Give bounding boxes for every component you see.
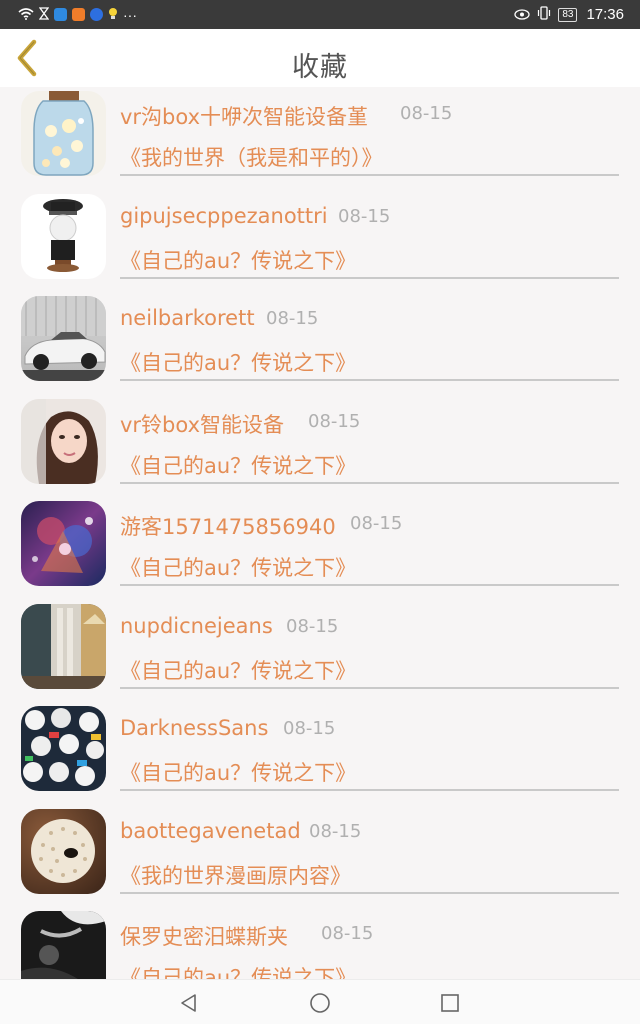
list-item-title: 《自己的au？传说之下》 bbox=[120, 454, 357, 478]
nav-back-button[interactable] bbox=[174, 988, 204, 1018]
hourglass-icon bbox=[38, 6, 50, 23]
status-right-icons: 83 17:36 bbox=[514, 0, 624, 29]
sans-avatar bbox=[21, 706, 106, 791]
eye-icon bbox=[514, 7, 530, 23]
dark-avatar bbox=[21, 911, 106, 979]
favorites-list[interactable]: vr沟box十咿次智能设备堇 08-15 《我的世界（我是和平的）》 gipuj… bbox=[0, 87, 640, 979]
list-item[interactable]: nupdicnejeans 08-15 《自己的au？传说之下》 bbox=[0, 597, 640, 699]
wifi-icon bbox=[18, 7, 34, 23]
status-left-icons: ··· bbox=[18, 0, 137, 29]
back-triangle-icon bbox=[181, 994, 196, 1012]
status-bar: ··· 83 17:36 bbox=[0, 0, 640, 29]
battery-level: 83 bbox=[558, 7, 578, 22]
list-item-date: 08-15 bbox=[308, 411, 361, 432]
list-item-date: 08-15 bbox=[400, 103, 453, 124]
more-dots: ··· bbox=[123, 6, 137, 23]
list-item[interactable]: baottegavenetad 08-15 《我的世界漫画原内容》 bbox=[0, 802, 640, 904]
app-icon-k bbox=[90, 8, 103, 21]
list-item[interactable]: vr沟box十咿次智能设备堇 08-15 《我的世界（我是和平的）》 bbox=[0, 87, 640, 186]
vibrate-icon bbox=[537, 6, 551, 23]
list-item-title: 《自己的au？传说之下》 bbox=[120, 556, 357, 580]
list-item-username: nupdicnejeans bbox=[120, 614, 273, 638]
divider bbox=[120, 892, 619, 894]
list-item-username: 游客1571475856940 bbox=[120, 515, 336, 539]
divider bbox=[120, 277, 619, 279]
bulb-icon bbox=[108, 7, 118, 23]
list-item-title: 《自己的au？传说之下》 bbox=[120, 249, 357, 273]
car-avatar bbox=[21, 296, 106, 381]
nav-home-button[interactable] bbox=[305, 988, 335, 1018]
system-nav-bar bbox=[0, 979, 640, 1024]
list-item-title: 《我的世界（我是和平的）》 bbox=[120, 146, 383, 170]
list-item[interactable]: 保罗史密汨蝶斯夹 08-15 《自己的au？传说之下》 bbox=[0, 904, 640, 979]
police-avatar bbox=[21, 194, 106, 279]
list-item-title: 《自己的au？传说之下》 bbox=[120, 966, 357, 979]
list-item[interactable]: 游客1571475856940 08-15 《自己的au？传说之下》 bbox=[0, 494, 640, 596]
list-item-username: DarknessSans bbox=[120, 716, 269, 740]
anime-avatar bbox=[21, 501, 106, 586]
list-item-title: 《我的世界漫画原内容》 bbox=[120, 864, 351, 888]
girl-avatar bbox=[21, 399, 106, 484]
page-title: 收藏 bbox=[292, 52, 348, 83]
divider bbox=[120, 482, 619, 484]
list-item-username: vr铃box智能设备 bbox=[120, 413, 285, 437]
list-item[interactable]: vr铃box智能设备 08-15 《自己的au？传说之下》 bbox=[0, 392, 640, 494]
divider bbox=[120, 687, 619, 689]
divider bbox=[120, 789, 619, 791]
list-item[interactable]: gipujsecppezanottri 08-15 《自己的au？传说之下》 bbox=[0, 187, 640, 289]
recents-square-icon bbox=[441, 994, 459, 1012]
room-avatar bbox=[21, 604, 106, 689]
list-item-username: neilbarkorett bbox=[120, 306, 255, 330]
divider bbox=[120, 379, 619, 381]
list-item-date: 08-15 bbox=[266, 308, 319, 329]
header: 收藏 bbox=[0, 29, 640, 87]
list-item-username: 保罗史密汨蝶斯夹 bbox=[120, 925, 288, 949]
list-item[interactable]: DarknessSans 08-15 《自己的au？传说之下》 bbox=[0, 699, 640, 801]
divider bbox=[120, 584, 619, 586]
list-item-title: 《自己的au？传说之下》 bbox=[120, 761, 357, 785]
list-item-date: 08-15 bbox=[321, 923, 374, 944]
list-item[interactable]: neilbarkorett 08-15 《自己的au？传说之下》 bbox=[0, 289, 640, 391]
app-icon-blue bbox=[54, 8, 67, 21]
list-item-username: vr沟box十咿次智能设备堇 bbox=[120, 105, 369, 129]
list-item-date: 08-15 bbox=[309, 821, 362, 842]
home-circle-icon bbox=[310, 993, 330, 1013]
list-item-date: 08-15 bbox=[283, 718, 336, 739]
jar-avatar bbox=[21, 91, 106, 176]
list-item-date: 08-15 bbox=[350, 513, 403, 534]
app-icon-play bbox=[72, 8, 85, 21]
clock: 17:36 bbox=[586, 6, 624, 23]
list-item-username: gipujsecppezanottri bbox=[120, 204, 328, 228]
list-item-title: 《自己的au？传说之下》 bbox=[120, 659, 357, 683]
list-item-date: 08-15 bbox=[286, 616, 339, 637]
urchin-avatar bbox=[21, 809, 106, 894]
nav-recents-button[interactable] bbox=[435, 988, 465, 1018]
list-item-title: 《自己的au？传说之下》 bbox=[120, 351, 357, 375]
list-item-date: 08-15 bbox=[338, 206, 391, 227]
list-item-username: baottegavenetad bbox=[120, 819, 301, 843]
divider bbox=[120, 174, 619, 176]
